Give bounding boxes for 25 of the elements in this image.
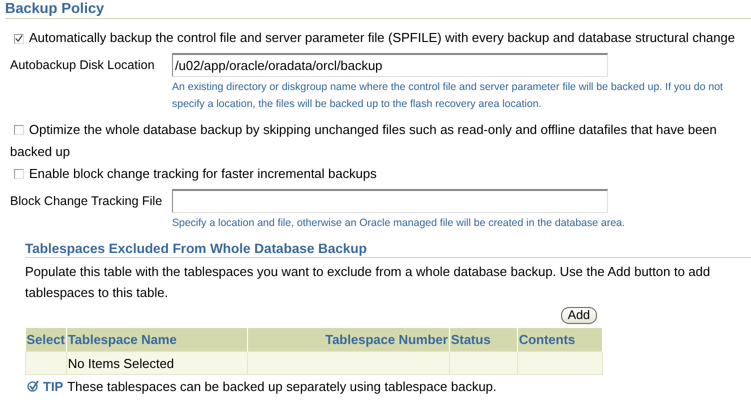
tip-label: TIP: [43, 378, 64, 396]
section-title: Tablespaces Excluded From Whole Database Backup: [25, 241, 751, 258]
column-header: Status: [449, 328, 518, 352]
checkbox-option: Automatically backup the control file and server parameter file (SPFILE) with every backup and database structural change: [10, 27, 745, 49]
table-cell: No Items Selected: [68, 356, 174, 370]
field-label: Autobackup Disk Location: [10, 57, 156, 74]
checkbox-option: Optimize the whole database backup by skipping unchanged files such as read-only and offline datafiles that have been backed up: [10, 119, 745, 163]
checkmark-icon: [27, 380, 39, 392]
checkbox[interactable]: [14, 125, 24, 135]
hint-text: An existing directory or diskgroup name where the control file and server parameter file will be backed up. If you do not specify a location, the files will be backed up to the flash recovery area location.: [172, 80, 724, 112]
add-button[interactable]: Add: [560, 307, 597, 324]
checkbox-option: Enable block change tracking for faster incremental backups: [10, 163, 745, 185]
column-header: Tablespace Name: [66, 328, 248, 352]
column-header: Contents: [517, 328, 602, 352]
checkbox[interactable]: [14, 169, 24, 179]
input-field[interactable]: [172, 189, 608, 213]
column-header: Tablespace Number: [247, 328, 450, 352]
field-label: Block Change Tracking File: [10, 193, 164, 210]
hint-text: Specify a location and file, otherwise an Oracle managed file will be created in the database area.: [172, 216, 626, 231]
checkbox[interactable]: [14, 34, 24, 44]
column-header: Select: [26, 328, 66, 352]
section-title: Backup Policy: [5, 1, 751, 19]
description-text: Populate this table with the tablespaces you want to exclude from a whole database backup. Use the Add button to add tablespaces to this table.: [25, 263, 712, 302]
input-field[interactable]: /u02/app/oracle/oradata/orcl/backup: [172, 53, 608, 77]
tip-text: These tablespaces can be backed up separately using tablespace backup.: [67, 378, 497, 396]
